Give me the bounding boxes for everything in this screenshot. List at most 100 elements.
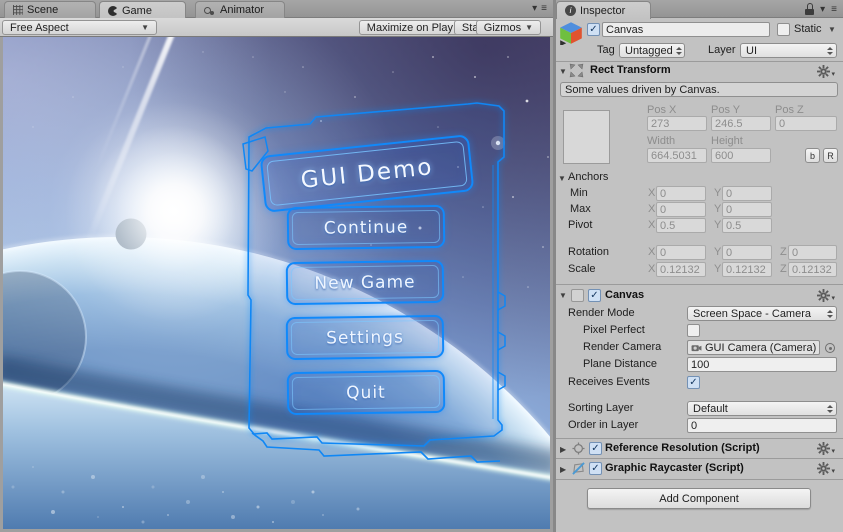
layer-label: Layer [708,44,736,56]
continue-button[interactable]: Continue [286,204,446,251]
pos-y-field: 246.5 [711,116,771,131]
max-label: Max [570,203,591,215]
game-panel-menu[interactable]: ▾ ≡ [532,3,547,14]
aspect-dropdown[interactable]: Free Aspect ▼ [2,20,157,35]
chevron-down-icon: ▾ [831,295,835,302]
menu-icon[interactable]: ≡ [831,4,837,15]
reference-resolution-header[interactable]: ▶ ✓ Reference Resolution (Script) ▾ [556,441,843,457]
render-camera-object-field[interactable]: GUI Camera (Camera) [687,340,820,355]
order-in-layer-field[interactable]: 0 [687,418,837,433]
menu-icon: ≡ [541,3,547,14]
maximize-on-play-button[interactable]: Maximize on Play [358,20,461,35]
pos-z-field: 0 [775,116,837,131]
gameobject-name-field[interactable]: Canvas [602,22,770,37]
foldout-open-icon[interactable]: ▼ [559,67,567,76]
foldout-closed-icon[interactable]: ▶ [560,445,566,454]
pos-x-field: 273 [647,116,707,131]
game-tabstrip: Scene Game Animator ▾ ≡ [0,0,553,19]
static-checkbox[interactable] [777,23,790,36]
object-picker-icon[interactable] [825,343,835,353]
tab-game-label: Game [122,4,152,17]
component-enabled-checkbox[interactable]: ✓ [589,462,602,475]
plane-distance-field[interactable]: 100 [687,357,837,372]
component-enabled-checkbox[interactable]: ✓ [589,442,602,455]
order-in-layer-label: Order in Layer [568,419,639,431]
game-viewport: GUI Demo Continue New Game Settings Quit [3,37,550,529]
blueprint-mode-button[interactable]: b [805,148,820,163]
scale-label: Scale [568,263,596,275]
rect-transform-header[interactable]: ▼ Rect Transform ▾ [556,63,843,79]
space-scene [3,37,550,529]
lock-icon[interactable] [805,3,815,15]
anchor-min-x-field: 0 [656,186,706,201]
inspector-tabstrip: i Inspector ▾ ≡ [556,0,843,19]
min-label: Min [570,187,588,199]
foldout-open-icon[interactable]: ▼ [559,291,567,300]
plane-distance-label: Plane Distance [583,358,657,370]
render-mode-dropdown[interactable]: Screen Space - Camera [687,306,837,321]
gear-icon[interactable]: ▾ [817,65,835,78]
new-game-button[interactable]: New Game [285,259,445,306]
canvas-component-icon [571,289,584,302]
tag-dropdown[interactable]: Untagged [619,43,685,58]
gizmos-dropdown[interactable]: Gizmos ▼ [475,20,541,35]
rect-transform-icon [569,63,584,78]
scale-z-field: 0.12132 [788,262,837,277]
gear-icon[interactable]: ▾ [817,289,835,302]
rotation-x-field: 0 [656,245,706,260]
game-panel: Scene Game Animator ▾ ≡ Free Aspect ▼ Ma… [0,0,553,532]
render-mode-label: Render Mode [568,307,635,319]
receives-events-checkbox[interactable]: ✓ [687,376,700,389]
gear-icon[interactable]: ▾ [817,442,835,455]
pivot-y-field: 0.5 [722,218,772,233]
chevron-down-icon: ▼ [141,23,149,32]
chevron-down-icon: ▾ [532,3,538,14]
receives-events-label: Receives Events [568,376,650,388]
add-component-button[interactable]: Add Component [587,488,811,509]
anchors-foldout-icon[interactable]: ▼ [558,174,566,183]
render-camera-label: Render Camera [583,341,662,353]
rotation-z-field: 0 [788,245,837,260]
driven-values-notice: Some values driven by Canvas. [560,82,838,97]
gear-icon[interactable]: ▾ [817,462,835,475]
width-field: 664.5031 [647,148,707,163]
chevron-down-icon: ▾ [831,468,835,475]
canvas-enabled-checkbox[interactable]: ✓ [588,289,601,302]
tab-scene-label: Scene [27,4,59,16]
tab-game[interactable]: Game [99,1,186,19]
tab-animator[interactable]: Animator [195,1,285,18]
chevron-down-icon[interactable]: ▾ [820,4,825,15]
height-field: 600 [711,148,771,163]
graphic-raycaster-icon [572,462,585,475]
reference-resolution-icon [572,442,585,455]
static-label: Static [794,23,822,35]
static-dropdown-arrow[interactable]: ▼ [828,25,836,34]
foldout-closed-icon[interactable]: ▶ [560,465,566,474]
tag-label: Tag [597,44,615,56]
info-icon: i [565,5,576,16]
sorting-layer-dropdown[interactable]: Default [687,401,837,416]
game-view-icon [108,5,118,16]
graphic-raycaster-header[interactable]: ▶ ✓ Graphic Raycaster (Script) ▾ [556,461,843,477]
tab-inspector[interactable]: i Inspector [556,1,651,19]
layer-dropdown[interactable]: UI [740,43,837,58]
anchors-label: Anchors [568,171,609,183]
unity-editor-window: Scene Game Animator ▾ ≡ Free Aspect ▼ Ma… [0,0,843,532]
tab-animator-label: Animator [220,4,265,16]
gameobject-active-checkbox[interactable]: ✓ [587,23,600,36]
pivot-x-field: 0.5 [656,218,706,233]
chevron-down-icon: ▼ [525,23,533,32]
settings-button[interactable]: Settings [285,314,445,361]
height-label: Height [711,135,743,147]
canvas-component-header[interactable]: ▼ ✓ Canvas ▾ [556,287,843,303]
width-label: Width [647,135,676,147]
raw-edit-mode-button[interactable]: R [823,148,838,163]
anchor-min-y-field: 0 [722,186,772,201]
quit-button[interactable]: Quit [286,369,446,416]
pos-y-label: Pos Y [711,104,741,116]
pos-z-label: Pos Z [775,104,804,116]
scale-x-field: 0.12132 [656,262,706,277]
pixel-perfect-checkbox[interactable] [687,324,700,337]
tab-scene[interactable]: Scene [4,1,96,18]
sorting-layer-label: Sorting Layer [568,402,634,414]
